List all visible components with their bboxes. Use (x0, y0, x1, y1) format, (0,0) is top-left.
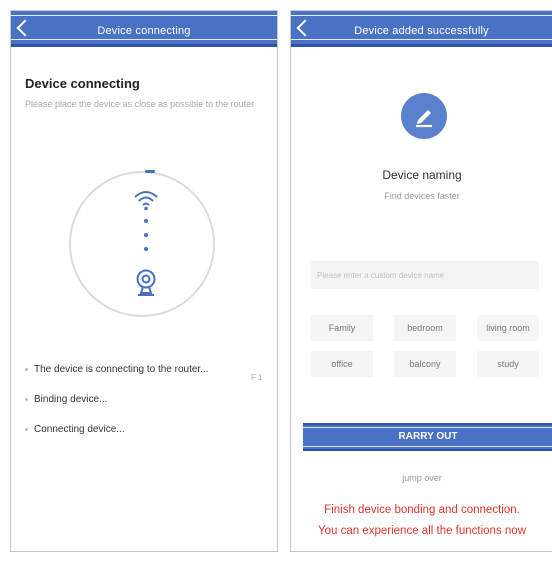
room-chip-living-room[interactable]: living room (477, 315, 539, 341)
naming-title: Device naming (382, 168, 462, 182)
step-connecting-device: Connecting device... (25, 424, 125, 435)
jump-over-link[interactable]: jump over (291, 473, 552, 483)
page-description: Please place the device as close as poss… (25, 99, 255, 109)
ring-indicator (145, 170, 155, 173)
header-stripe (11, 15, 277, 16)
progress-dot (144, 219, 148, 223)
header-bar: Device connecting (11, 11, 277, 47)
caption-line-1: Finish device bonding and connection. (324, 504, 520, 516)
room-chip-office[interactable]: office (311, 351, 373, 377)
room-chip-balcony[interactable]: balcony (394, 351, 456, 377)
device-connecting-screen: Device connecting Device connecting Plea… (10, 10, 278, 552)
bullet (25, 397, 28, 401)
bullet (25, 427, 28, 431)
progress-dot (144, 233, 148, 237)
step-binding-device: Binding device... (25, 394, 107, 405)
header-bar: Device added successfully (291, 11, 552, 47)
camera-icon (136, 269, 156, 296)
button-stripe (303, 446, 552, 447)
header-stripe (11, 39, 277, 40)
device-name-input[interactable] (311, 261, 539, 289)
header-title: Device connecting (97, 25, 191, 37)
header-title: Device added successfully (354, 25, 489, 37)
device-added-screen: Device added successfully Device naming … (290, 10, 552, 552)
step-connecting-router: The device is connecting to the router..… (25, 364, 209, 375)
page-heading: Device connecting (25, 76, 140, 91)
carry-out-label: RARRY OUT (398, 431, 458, 442)
step-status: F 1 (251, 373, 263, 382)
step-label: Binding device... (34, 394, 108, 405)
caption-line-2: You can experience all the functions now (318, 525, 526, 537)
room-chip-family[interactable]: Family (311, 315, 373, 341)
bullet (25, 367, 28, 371)
pencil-icon (401, 93, 447, 139)
carry-out-button[interactable]: RARRY OUT (303, 423, 552, 451)
step-label: Connecting device... (34, 424, 125, 435)
step-label: The device is connecting to the router..… (34, 364, 209, 375)
naming-subtitle: Find devices faster (384, 191, 460, 201)
room-chip-bedroom[interactable]: bedroom (394, 315, 456, 341)
button-stripe (303, 427, 552, 428)
header-stripe (291, 15, 552, 16)
header-stripe (291, 39, 552, 40)
progress-dot (144, 247, 148, 251)
wifi-icon (134, 191, 158, 211)
room-chip-study[interactable]: study (477, 351, 539, 377)
